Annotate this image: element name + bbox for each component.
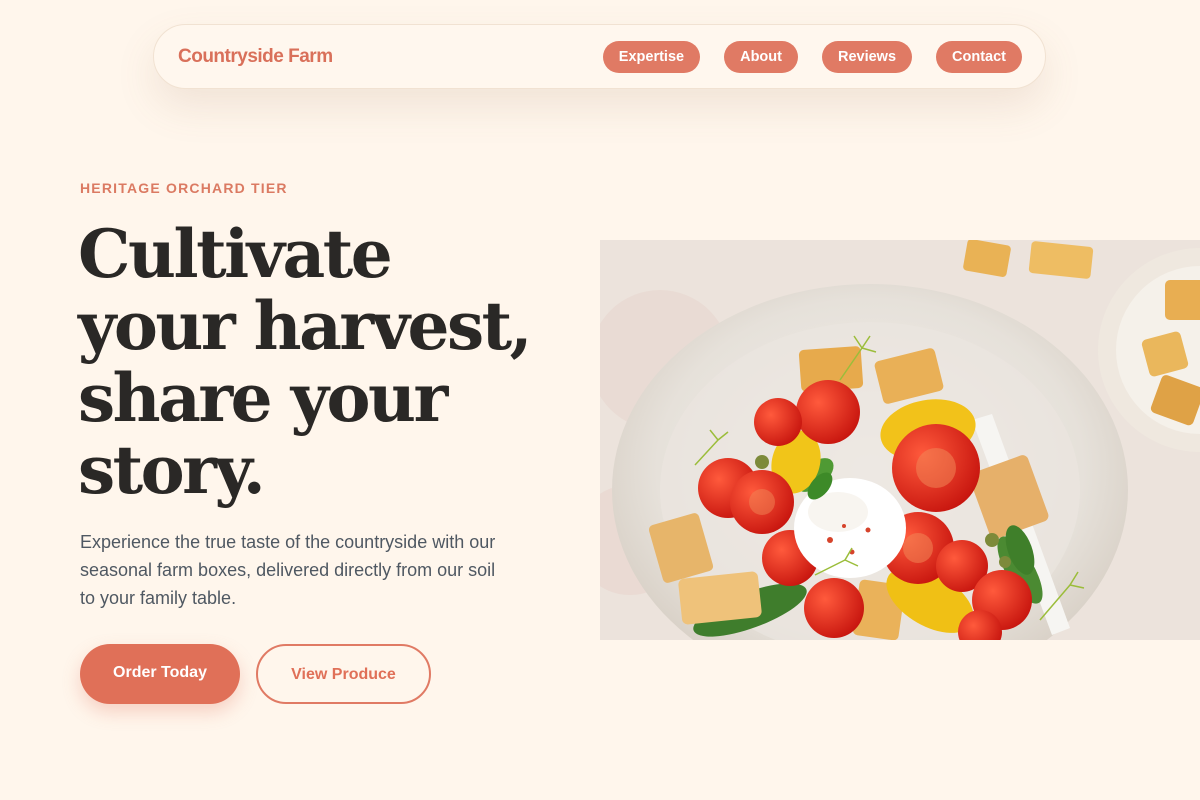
hero-image [600,240,1200,640]
salad-bowl-photo [600,240,1200,640]
hero-eyebrow: HERITAGE ORCHARD TIER [80,180,288,196]
nav-link-about[interactable]: About [724,40,798,73]
hero-subcopy: Experience the true taste of the country… [80,532,496,608]
order-today-button[interactable]: Order Today [80,644,240,704]
brand-logo[interactable]: Countryside Farm [178,46,333,68]
nav-links: Expertise About Reviews Contact [602,40,1022,73]
nav-link-expertise[interactable]: Expertise [602,40,701,73]
nav-link-reviews[interactable]: Reviews [821,40,913,73]
nav-link-contact[interactable]: Contact [936,40,1022,73]
top-navbar: Countryside Farm Expertise About Reviews… [153,24,1046,89]
view-produce-button[interactable]: View Produce [256,644,431,704]
hero-headline: Cultivate your harvest, share your story… [78,215,533,509]
